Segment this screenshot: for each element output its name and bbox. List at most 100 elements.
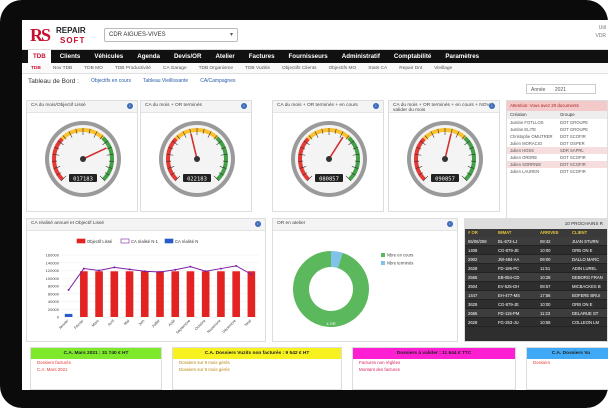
atelier-donut-card: OR en atelier i 4 OR Nbre en cours Nbre te…	[272, 218, 458, 342]
table-row[interactable]: 2665 FD-115-PM 11:23 DELARUE ST	[465, 309, 607, 318]
info-icon[interactable]: i	[255, 221, 261, 227]
alert-row[interactable]: Julien SORRNIE DOT SCOFIR	[507, 161, 607, 168]
table-row[interactable]: 1447 EH-477-MS 17:56 BOFERE BRUI	[465, 291, 607, 300]
subnav-item[interactable]: Objectifs Clients	[277, 66, 322, 71]
table-cell: EB-054-CD	[498, 275, 520, 280]
kpi-line: Dossiers	[533, 360, 551, 365]
bar[interactable]	[95, 271, 103, 317]
table-cell: FD-186-PC	[498, 266, 520, 271]
alert-row[interactable]: Julien LAUREN DOT SCOFIR	[507, 168, 607, 175]
table-cell: BL-673-LJ	[498, 239, 518, 244]
line-point[interactable]	[235, 264, 238, 267]
bar[interactable]	[201, 271, 210, 317]
line-point[interactable]	[159, 271, 161, 274]
line-point[interactable]	[219, 267, 222, 270]
info-icon[interactable]: i	[489, 103, 495, 109]
line-point[interactable]	[128, 268, 131, 271]
donut-slice[interactable]	[293, 251, 369, 327]
kpi-card[interactable]: C.A. Mars 2021 : 31 740 € HT Dossiers fac…	[30, 347, 162, 390]
bar[interactable]	[186, 271, 195, 317]
subnav-item[interactable]: TDB Organisme	[194, 66, 238, 71]
kpi-card[interactable]: C.A. Dossiers Vu Dossiers	[526, 347, 608, 390]
table-row[interactable]: 3628 CG-879-JE 10:00 ORB ON E	[465, 300, 607, 309]
kpi-card[interactable]: Dossiers à valider : 11 644 € TTC Facture…	[352, 347, 516, 390]
bar[interactable]	[171, 271, 180, 317]
nav-devis-or[interactable]: Devis/OR	[169, 50, 207, 63]
line-point[interactable]	[143, 270, 146, 273]
subnav-item[interactable]: TDB Vuzitis	[240, 66, 275, 71]
info-icon[interactable]: i	[127, 103, 133, 109]
alert-row[interactable]: Julien MORACIO DOT OSPER	[507, 140, 607, 147]
subnav-item[interactable]: TDB	[26, 66, 46, 71]
line-point[interactable]	[82, 267, 85, 270]
link-objectifs[interactable]: Objectifs en cours	[91, 78, 131, 84]
subnav-item[interactable]: Vieillage	[429, 66, 457, 71]
info-icon[interactable]: i	[447, 221, 453, 227]
bar[interactable]	[125, 271, 134, 317]
alert-panel-columns: Création Groupe	[507, 111, 607, 119]
ca-chart-card: CA réalisé annuel et Objectif Lissé i Ob…	[26, 218, 266, 342]
subnav-item[interactable]: TDB MO	[79, 66, 108, 71]
subnav-item[interactable]: Stats CA	[363, 66, 392, 71]
bar[interactable]	[217, 271, 225, 317]
bar[interactable]	[64, 313, 73, 317]
nav-agenda[interactable]: Agenda	[132, 50, 165, 63]
alert-row[interactable]: Justine FOTLLOS DOT GROUPE	[507, 119, 607, 126]
subnav-item[interactable]: TDB Productivité	[110, 66, 156, 71]
table-row[interactable]: 55/06/259 BL-673-LJ 08:42 JUAN STURN	[465, 237, 607, 246]
table-row[interactable]: 2902 JW-484-AA 09:00 DALLO MARC	[465, 255, 607, 264]
alert-row[interactable]: Justine ELITE DOT GROUPE	[507, 126, 607, 133]
nav-atelier[interactable]: Atelier	[210, 50, 239, 63]
link-campagnes[interactable]: CA/Campagnes	[200, 78, 235, 84]
bar[interactable]	[80, 271, 88, 317]
nav-comptabilit-[interactable]: Comptabilité	[389, 50, 436, 63]
bar[interactable]	[140, 271, 149, 317]
site-select[interactable]: CDR AIGUES-VIVES ▾	[104, 28, 238, 42]
gauge-title-text: CA du mois + OR terminés + en cours + NO…	[393, 103, 494, 113]
table-cell: CG-879-JE	[498, 302, 519, 307]
info-icon[interactable]: i	[373, 103, 379, 109]
line-point[interactable]	[113, 266, 116, 269]
line-point[interactable]	[174, 268, 177, 271]
alert-row[interactable]: Christophe OMUTRER DOT SCOFIR	[507, 133, 607, 140]
link-tableau[interactable]: Tableau Vieillissante	[143, 78, 188, 84]
y-tick-label: 140000	[46, 260, 60, 265]
line-point[interactable]	[204, 270, 207, 273]
year-select[interactable]: Année 2021	[526, 84, 596, 94]
alert-row[interactable]: Julien HOSS SDR SAPRL	[507, 147, 607, 154]
nav-v-hicules[interactable]: Véhicules	[89, 50, 128, 63]
gauge-readout: 017183	[73, 177, 93, 183]
table-cell: 2665	[468, 311, 478, 316]
bar[interactable]	[156, 271, 164, 317]
line-point[interactable]	[67, 288, 70, 291]
table-row[interactable]: 2628 FG-253-JU 10:56 COLLEON LM	[465, 318, 607, 327]
line-point[interactable]	[98, 269, 101, 272]
subnav-item[interactable]: CA Garage	[158, 66, 192, 71]
repairsoft-logo[interactable]: RS REPAIR SOFT	[30, 25, 100, 47]
subnav-item[interactable]: Repair Dnt	[394, 66, 427, 71]
alert-cell: Justine ELITE	[510, 127, 537, 132]
line-point[interactable]	[189, 265, 192, 268]
table-cell: ORB ON E	[572, 248, 593, 253]
line-point[interactable]	[250, 273, 253, 276]
table-row[interactable]: 2628 FD-186-PC 11:51 ADIN LUREL	[465, 264, 607, 273]
subnav-item[interactable]: Nov TDB	[48, 66, 77, 71]
kpi-card[interactable]: C.A. Dossiers Vuzits non facturés : 9 54…	[172, 347, 342, 390]
bar[interactable]	[110, 271, 119, 317]
nav-param-tres[interactable]: Paramètres	[440, 50, 484, 63]
nav-clients[interactable]: Clients	[55, 50, 86, 63]
user-info[interactable]: Util VDR	[595, 24, 606, 40]
alert-row[interactable]: Julien ORDRE DOT SCOFIR	[507, 154, 607, 161]
bar[interactable]	[232, 271, 240, 317]
subnav-item[interactable]: Objectifs MO	[324, 66, 362, 71]
nav-factures[interactable]: Factures	[244, 50, 280, 63]
bar[interactable]	[247, 271, 256, 317]
table-row[interactable]: 2504 EV-525-DH 08:57 MICBACKES B	[465, 282, 607, 291]
donut-slice[interactable]	[330, 251, 343, 269]
info-icon[interactable]: i	[241, 103, 247, 109]
nav-fournisseurs[interactable]: Fournisseurs	[284, 50, 333, 63]
table-row[interactable]: 2565 EB-054-CD 10:28 DEBORG FRAN	[465, 273, 607, 282]
nav-tdb[interactable]: TDB	[28, 50, 51, 63]
nav-administratif[interactable]: Administratif	[337, 50, 385, 63]
table-row[interactable]: 1408 CG-879-JE 10:00 ORB ON E	[465, 246, 607, 255]
